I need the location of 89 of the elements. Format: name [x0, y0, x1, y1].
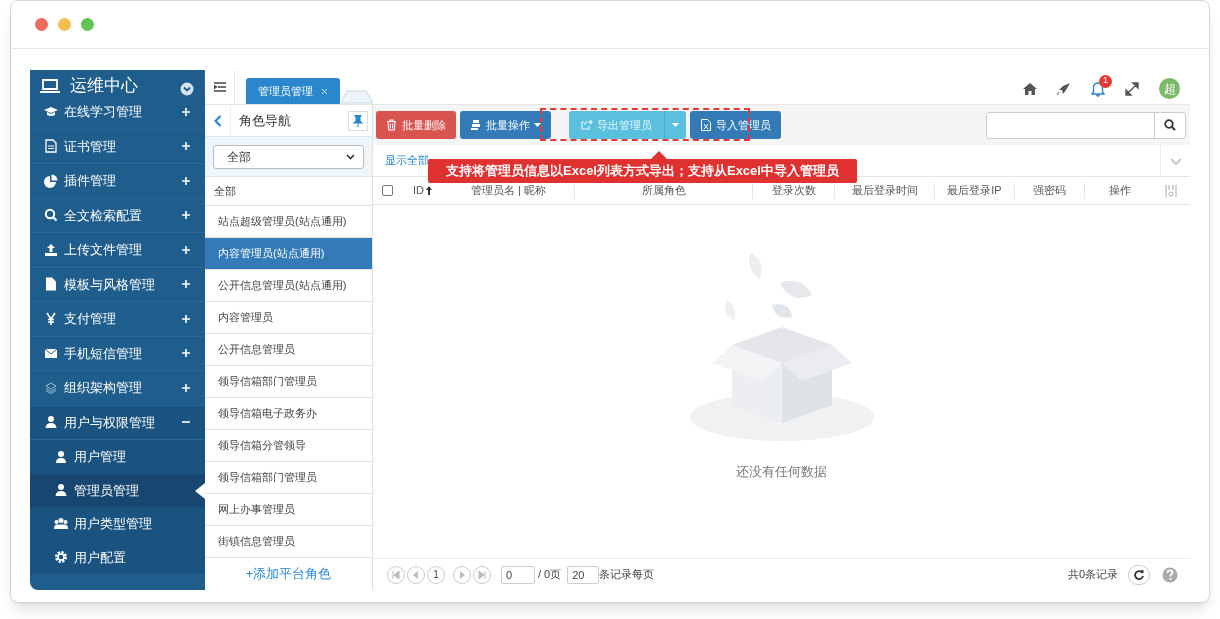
- columns-icon[interactable]: [1165, 183, 1177, 198]
- plus-icon: [181, 210, 191, 221]
- plus-icon: [181, 279, 191, 290]
- search-field[interactable]: [986, 111, 1186, 139]
- layers-icon: [44, 380, 58, 395]
- plus-icon: [181, 141, 191, 152]
- graduation-cap-icon: [44, 104, 58, 119]
- column-header[interactable]: 强密码: [1033, 182, 1066, 199]
- app-title: 运维中心: [70, 74, 138, 97]
- sidebar-subitem[interactable]: 用户类型管理: [30, 507, 205, 541]
- stack-icon: [470, 119, 482, 131]
- bell-icon[interactable]: [1091, 80, 1105, 97]
- plus-icon: [181, 106, 191, 117]
- dropdown-icon[interactable]: [180, 82, 194, 96]
- pin-button[interactable]: [348, 110, 368, 131]
- page-size-label: 条记录每页: [599, 567, 655, 583]
- users-icon: [54, 516, 68, 531]
- sidebar-subitem[interactable]: 用户配置: [30, 540, 205, 574]
- sort-arrow-icon[interactable]: [426, 186, 432, 195]
- plus-icon: [181, 348, 191, 359]
- column-header[interactable]: 管理员名 | 昵称: [471, 182, 546, 199]
- page-input[interactable]: 0: [501, 565, 535, 584]
- role-item[interactable]: 内容管理员(站点通用): [205, 238, 372, 270]
- empty-state-message: 还没有任何数据: [736, 463, 827, 481]
- close-icon[interactable]: [321, 87, 328, 95]
- chevron-down-icon: [346, 153, 355, 160]
- select-all-checkbox[interactable]: [382, 185, 393, 196]
- pin-icon: [353, 114, 363, 127]
- column-header[interactable]: ID: [413, 182, 424, 199]
- callout-pointer-icon: [651, 151, 667, 159]
- caret-icon: [534, 123, 541, 127]
- sidebar-subitem[interactable]: 管理员管理: [30, 473, 205, 507]
- record-count: 共0条记录: [1067, 567, 1118, 583]
- expand-icon[interactable]: [1125, 81, 1139, 96]
- column-header[interactable]: 所属角色: [641, 182, 686, 199]
- search-icon: [44, 208, 58, 223]
- last-page-icon: [478, 570, 486, 579]
- tooltip-callout: 支持将管理员信息以Excel列表方式导出；支持从Excel中导入管理员: [428, 159, 857, 183]
- gear-icon: [54, 550, 68, 565]
- rocket-icon[interactable]: [1057, 81, 1071, 96]
- pie-chart-icon: [44, 173, 58, 188]
- tab[interactable]: 管理员管理: [246, 78, 340, 104]
- spreadsheet-file-icon: [700, 119, 712, 131]
- sidebar-item[interactable]: 用户与权限管理: [30, 405, 205, 440]
- next-page-icon: [458, 570, 466, 579]
- caret-icon: [672, 123, 679, 127]
- indent-menu-icon[interactable]: [213, 81, 226, 92]
- column-header[interactable]: 操作: [1109, 182, 1131, 199]
- laptop-icon: [40, 77, 60, 94]
- role-filter-dropdown[interactable]: 全部: [213, 144, 364, 169]
- page-size-input[interactable]: 20: [567, 565, 600, 584]
- trash-icon: [386, 119, 398, 131]
- export-options-button[interactable]: [664, 111, 686, 139]
- search-icon[interactable]: [1164, 119, 1176, 131]
- close-window-icon[interactable]: [35, 18, 48, 31]
- refresh-icon: [1134, 569, 1144, 580]
- user-icon: [44, 415, 58, 430]
- column-header[interactable]: 登录次数: [771, 182, 816, 199]
- back-icon[interactable]: [213, 114, 222, 127]
- plus-icon: [181, 175, 191, 186]
- user-icon: [54, 483, 68, 498]
- help-icon[interactable]: [1162, 566, 1178, 583]
- column-header[interactable]: 最后登录时间: [851, 182, 918, 199]
- maximize-window-icon[interactable]: [81, 18, 94, 31]
- plus-icon: [181, 313, 191, 324]
- share-icon: [581, 119, 593, 131]
- file-icon: [44, 277, 58, 292]
- batch-actions-button[interactable]: 批量操作: [460, 111, 551, 139]
- plus-icon: [181, 382, 191, 393]
- add-role-link[interactable]: +添加平台角色: [245, 564, 332, 584]
- sidebar-subitem[interactable]: 用户管理: [30, 440, 205, 474]
- notification-badge: 1: [1099, 74, 1112, 88]
- import-button[interactable]: 导入管理员: [690, 111, 781, 139]
- envelope-icon: [44, 346, 58, 361]
- upload-icon: [44, 242, 58, 257]
- total-pages-label: / 0页: [538, 567, 562, 583]
- column-filter-tab[interactable]: 显示全部: [385, 152, 429, 169]
- document-icon: [44, 139, 58, 154]
- previous-page-icon: [412, 570, 420, 579]
- panel-title: 角色导航: [239, 111, 292, 130]
- chevron-down-icon[interactable]: [1169, 157, 1182, 165]
- yen-icon: [44, 311, 58, 326]
- user-icon: [54, 449, 68, 464]
- plus-icon: [181, 244, 191, 255]
- first-page-icon: [392, 570, 400, 579]
- delete-button[interactable]: 批量删除: [376, 111, 456, 139]
- minimize-window-icon[interactable]: [58, 18, 71, 31]
- column-header[interactable]: 最后登录IP: [947, 182, 1002, 199]
- home-icon[interactable]: [1023, 82, 1037, 95]
